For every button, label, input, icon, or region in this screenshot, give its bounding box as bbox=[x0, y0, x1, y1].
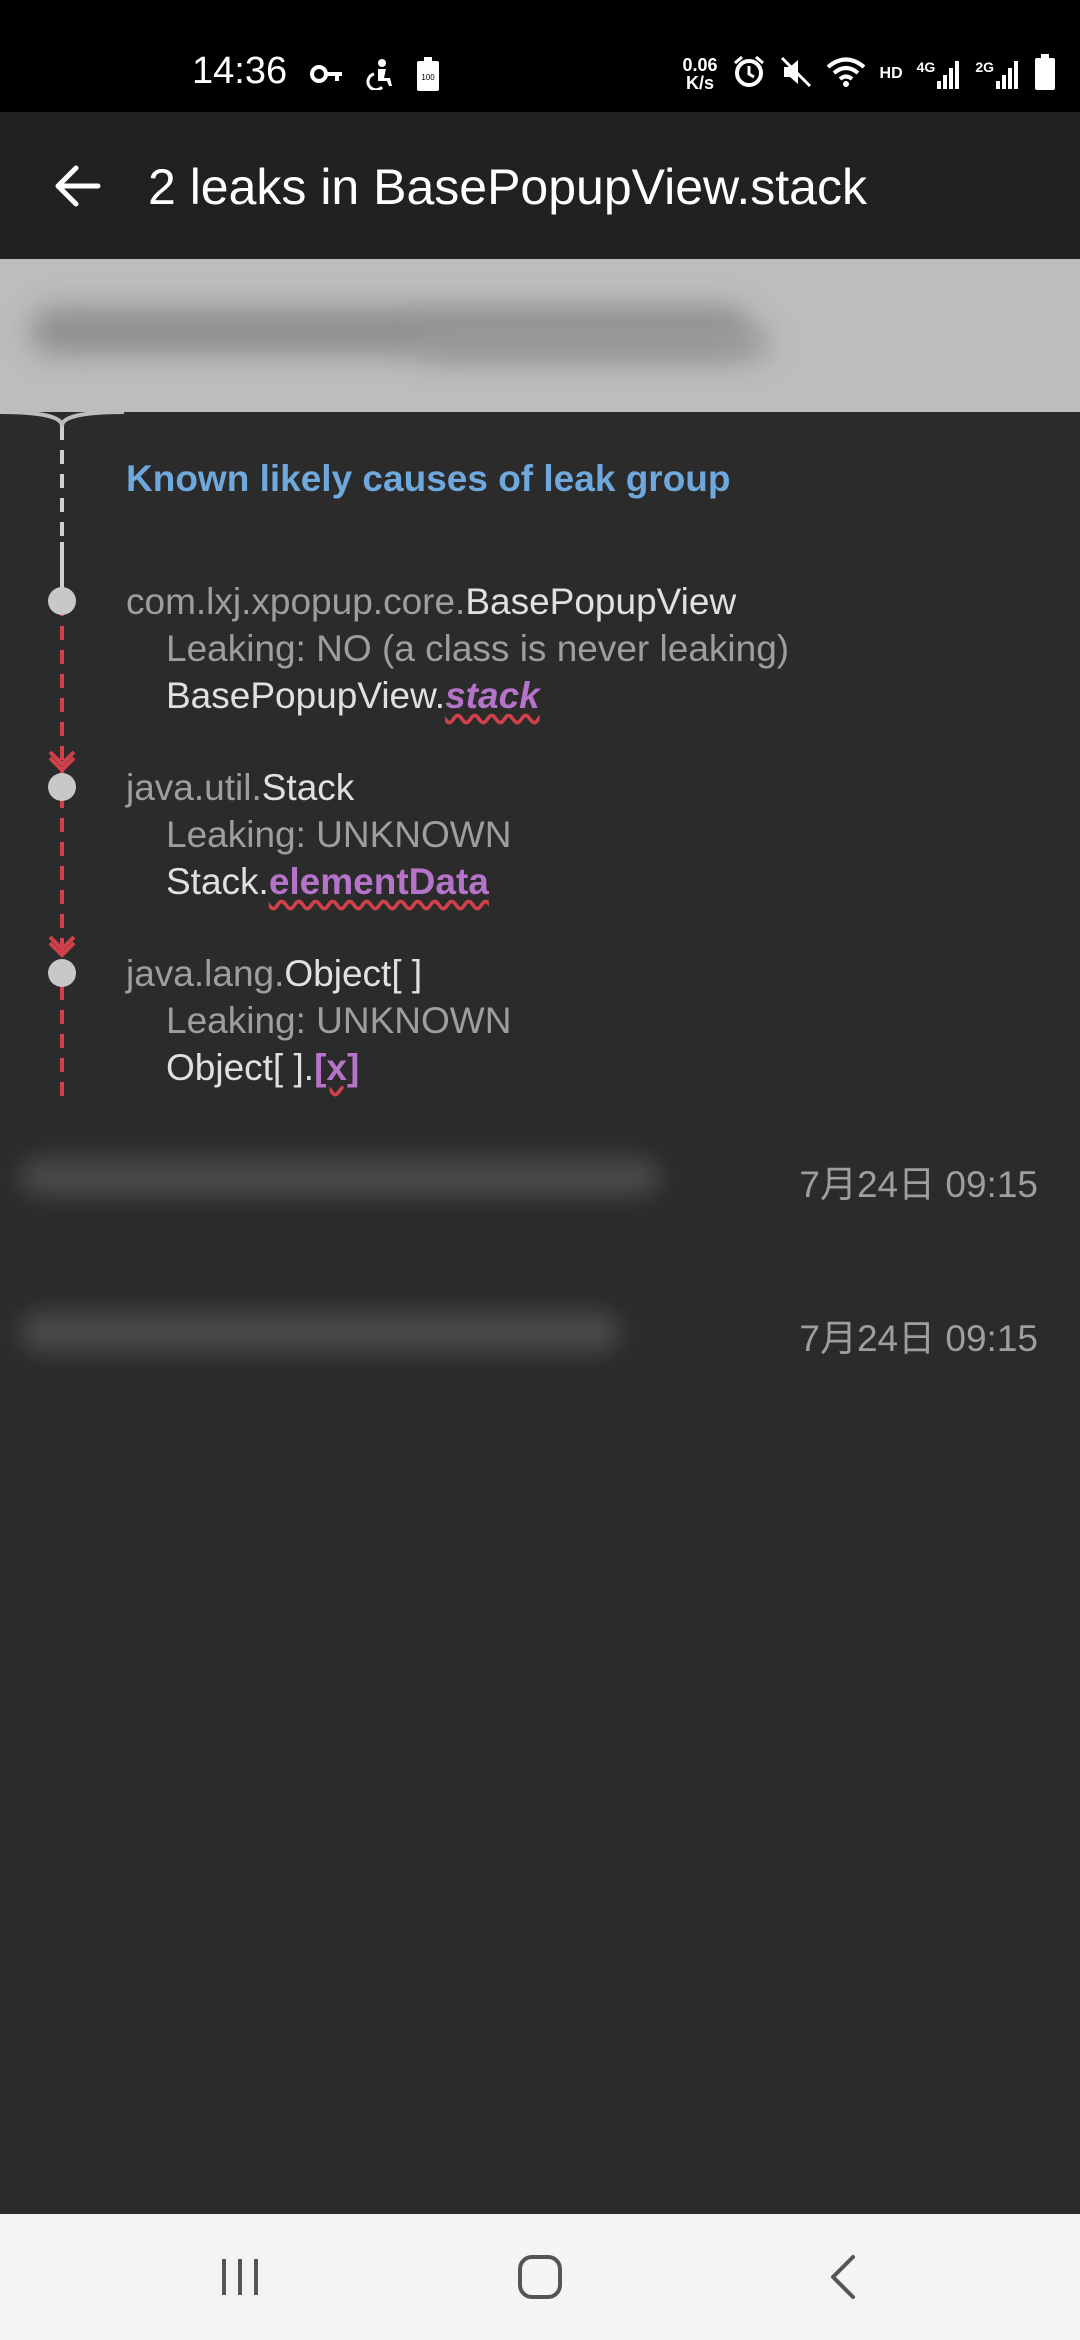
node-class: Stack bbox=[261, 767, 355, 808]
back-arrow-icon bbox=[55, 165, 101, 207]
node-reference: Object[ ].[x] bbox=[166, 1047, 360, 1088]
node-class: Object[ ] bbox=[284, 953, 423, 994]
recents-icon bbox=[222, 2259, 258, 2295]
navigation-bar bbox=[0, 2214, 1080, 2340]
leaking-status: Leaking: UNKNOWN bbox=[166, 814, 512, 855]
node-dot bbox=[48, 959, 76, 987]
signal-icon: 4G bbox=[917, 59, 962, 89]
blurred-text bbox=[20, 1158, 660, 1196]
alarm-icon bbox=[732, 55, 766, 94]
status-bar: 14:36 100 0.06 K/s HD 4G 2G bbox=[0, 0, 1080, 112]
node-class: BasePopupView bbox=[465, 581, 737, 622]
home-icon bbox=[518, 2255, 562, 2299]
node-dot bbox=[48, 773, 76, 801]
leaktrace: Known likely causes of leak group com.lx… bbox=[0, 412, 1080, 1102]
node-dot bbox=[48, 587, 76, 615]
svg-text:100: 100 bbox=[421, 73, 435, 82]
leaking-status: Leaking: UNKNOWN bbox=[166, 1000, 512, 1041]
home-button[interactable] bbox=[505, 2244, 575, 2310]
leak-signature bbox=[0, 259, 1080, 412]
recents-button[interactable] bbox=[205, 2244, 275, 2310]
leaking-status: Leaking: NO (a class is never leaking) bbox=[166, 628, 790, 669]
leak-timestamp: 7月24日 09:15 bbox=[799, 1164, 1038, 1205]
wifi-icon bbox=[826, 56, 866, 93]
status-time: 14:36 bbox=[192, 50, 288, 92]
leak-list-item[interactable]: 7月24日 09:15 bbox=[0, 1276, 1080, 1386]
battery-saver-icon: 100 bbox=[416, 56, 440, 96]
back-icon bbox=[831, 2255, 855, 2299]
reference-field: [x] bbox=[314, 1047, 360, 1088]
leaktrace-node: com.lxj.xpopup.core.BasePopupView Leakin… bbox=[126, 578, 789, 719]
known-causes-link[interactable]: Known likely causes of leak group bbox=[126, 458, 731, 500]
mute-icon bbox=[780, 56, 812, 93]
node-reference: BasePopupView.stack bbox=[166, 675, 540, 716]
blurred-text bbox=[20, 1312, 620, 1352]
hd-label: HD bbox=[879, 65, 903, 82]
page-title: 2 leaks in BasePopupView.stack bbox=[148, 159, 867, 215]
node-reference: Stack.elementData bbox=[166, 861, 489, 902]
reference-field: stack bbox=[445, 675, 540, 716]
key-icon bbox=[310, 63, 344, 90]
accessibility-icon bbox=[366, 58, 394, 95]
leak-timestamp: 7月24日 09:15 bbox=[799, 1318, 1038, 1359]
leaktrace-node: java.util.Stack Leaking: UNKNOWN Stack.e… bbox=[126, 764, 511, 905]
nav-back-button[interactable] bbox=[808, 2244, 878, 2310]
leaktrace-node: java.lang.Object[ ] Leaking: UNKNOWN Obj… bbox=[126, 950, 511, 1091]
leak-list-item[interactable]: 7月24日 09:15 bbox=[0, 1122, 1080, 1232]
reference-field: elementData bbox=[268, 861, 489, 902]
signal-2-icon: 2G bbox=[975, 59, 1020, 89]
net-speed: 0.06 K/s bbox=[682, 55, 718, 93]
toolbar: 2 leaks in BasePopupView.stack bbox=[0, 112, 1080, 259]
battery-icon bbox=[1034, 53, 1056, 95]
back-button[interactable] bbox=[46, 154, 110, 218]
